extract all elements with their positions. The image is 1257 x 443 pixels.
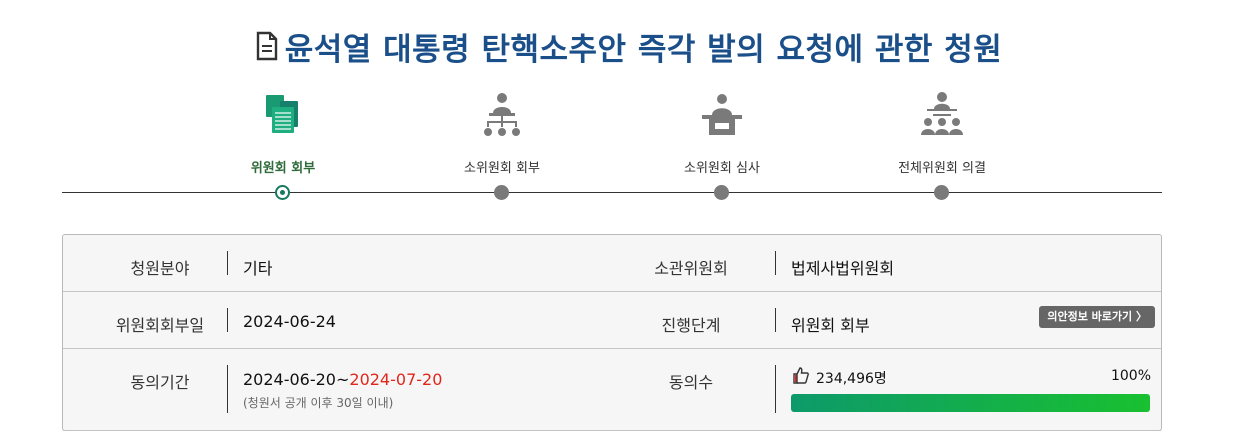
- document-icon: [256, 31, 277, 61]
- period-end: 2024-07-20: [349, 370, 443, 389]
- period-label: 동의기간: [130, 373, 190, 392]
- step-subcommittee-review: 소위원회 심사: [642, 85, 802, 176]
- field-value: 기타: [243, 259, 273, 278]
- agree-label: 동의수: [668, 373, 714, 392]
- referral-date-value: 2024-06-24: [243, 312, 336, 331]
- step-plenary-resolution: 전체위원회 의결: [862, 85, 1022, 176]
- stage-label: 진행단계: [661, 316, 721, 335]
- step-committee-referral: 위원회 회부: [203, 85, 363, 176]
- agree-count: 234,496명: [816, 371, 887, 387]
- petition-info-table: 청원분야 기타 소관위원회 법제사법위원회 위원회회부일 2024-06-24 …: [62, 234, 1162, 431]
- progress-steps: 위원회 회부 소위원회 회부 소위원회 심사 전체위원회 의결: [62, 85, 1162, 205]
- divider: [775, 365, 776, 413]
- stage-value: 위원회 회부: [791, 316, 870, 335]
- info-row-referral: 위원회회부일 2024-06-24 진행단계 위원회 회부 의안정보 바로가기 …: [63, 292, 1161, 349]
- step-dot-active: [275, 185, 290, 200]
- info-row-field: 청원분야 기타 소관위원회 법제사법위원회: [63, 235, 1161, 292]
- referral-date-label: 위원회회부일: [115, 316, 205, 335]
- step-subcommittee-referral: 소위원회 회부: [422, 85, 582, 176]
- assembly-icon: [921, 92, 963, 135]
- period-start: 2024-06-20~: [243, 370, 350, 389]
- committee-label: 소관위원회: [654, 259, 728, 278]
- podium-speaker-icon: [702, 94, 742, 135]
- agree-percent: 100%: [1110, 368, 1151, 384]
- step-dot: [494, 185, 509, 200]
- field-label: 청원분야: [130, 259, 190, 278]
- divider: [775, 308, 776, 332]
- bill-info-button[interactable]: 의안정보 바로가기 〉: [1039, 306, 1155, 328]
- divider: [227, 308, 228, 332]
- step-dot: [714, 185, 729, 200]
- step-label: 소위원회 회부: [464, 161, 540, 176]
- page-title: 윤석열 대통령 탄핵소추안 즉각 발의 요청에 관한 청원: [284, 31, 1003, 68]
- step-label: 소위원회 심사: [684, 161, 760, 176]
- documents-stack-icon: [266, 95, 298, 133]
- step-label: 전체위원회 의결: [898, 161, 986, 176]
- timeline-line: [62, 192, 1162, 193]
- divider: [775, 251, 776, 275]
- step-label: 위원회 회부: [250, 161, 316, 176]
- org-chart-icon: [484, 93, 520, 136]
- info-row-period: 동의기간 2024-06-20~2024-07-20 (청원서 공개 이후 30…: [63, 349, 1161, 431]
- thumbs-up-icon: [793, 367, 809, 384]
- divider: [227, 251, 228, 275]
- committee-value: 법제사법위원회: [791, 259, 895, 278]
- cropped-header-remnant: [530, 0, 730, 6]
- period-dates: 2024-06-20~2024-07-20: [243, 370, 442, 389]
- petition-title-row: 윤석열 대통령 탄핵소추안 즉각 발의 요청에 관한 청원: [0, 24, 1257, 68]
- period-note: (청원서 공개 이후 30일 이내): [243, 396, 394, 410]
- divider: [227, 365, 228, 413]
- agree-progress-bar: [791, 394, 1150, 412]
- step-dot: [934, 185, 949, 200]
